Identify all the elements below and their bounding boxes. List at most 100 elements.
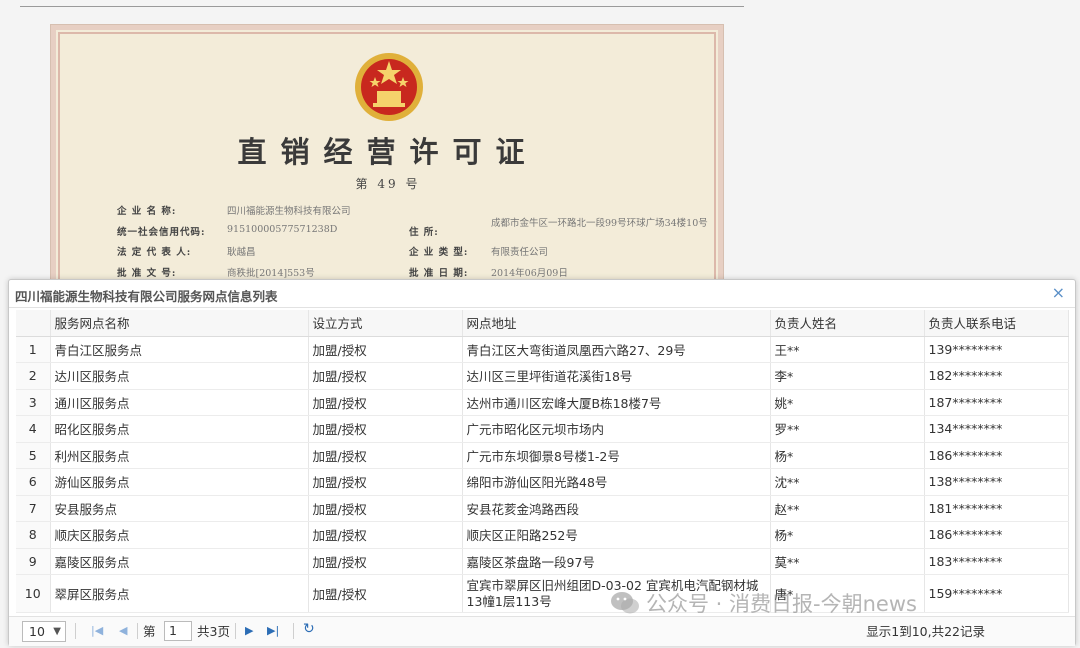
cert-label-approval-date: 批 准 日 期: (409, 268, 469, 279)
cert-label-approval-no: 批 准 文 号: (117, 268, 177, 279)
cert-label-legal-rep: 法 定 代 表 人: (117, 247, 192, 258)
prev-page-icon[interactable]: ◀ (119, 623, 127, 639)
table-row[interactable]: 4 昭化区服务点 加盟/授权 广元市昭化区元坝市场内 罗** 134******… (16, 415, 1069, 443)
license-certificate: 直销经营许可证 第 49 号 企 业 名 称: 四川福能源生物科技有限公司 统一… (50, 24, 724, 314)
pager-separator (235, 623, 236, 639)
cell-name: 通川区服务点 (50, 389, 309, 416)
pager-separator (293, 623, 294, 639)
cell-mode: 加盟/授权 (308, 574, 463, 613)
cell-address: 顺庆区正阳路252号 (462, 521, 771, 549)
cell-name: 青白江区服务点 (50, 336, 309, 363)
col-header-address[interactable]: 网点地址 (462, 310, 771, 337)
row-number: 7 (16, 495, 51, 522)
page-prefix: 第 (143, 624, 156, 639)
cell-phone: 182******** (924, 362, 1069, 390)
cell-mode: 加盟/授权 (308, 548, 463, 575)
cell-name: 嘉陵区服务点 (50, 548, 309, 575)
cell-phone: 186******** (924, 521, 1069, 549)
page-size-select[interactable]: 10 ▼ (22, 621, 66, 642)
col-header-person[interactable]: 负责人姓名 (770, 310, 925, 337)
col-header-name[interactable]: 服务网点名称 (50, 310, 309, 337)
cert-value-legal-rep: 耿越昌 (227, 247, 256, 258)
cell-name: 游仙区服务点 (50, 468, 309, 496)
dialog-header: 四川福能源生物科技有限公司服务网点信息列表 × (9, 280, 1075, 308)
cert-value-company-type: 有限责任公司 (491, 247, 549, 258)
table-row[interactable]: 8 顺庆区服务点 加盟/授权 顺庆区正阳路252号 杨* 186******** (16, 521, 1069, 549)
cert-value-approval-no: 商秩批[2014]553号 (227, 268, 315, 279)
row-number: 5 (16, 442, 51, 469)
cert-label-company: 企 业 名 称: (117, 206, 177, 217)
cert-label-address: 住 所: (409, 227, 439, 238)
cell-mode: 加盟/授权 (308, 442, 463, 469)
cert-value-credit-code: 91510000577571238D (227, 224, 338, 235)
table-row[interactable]: 7 安县服务点 加盟/授权 安县花荄金鸿路西段 赵** 181******** (16, 495, 1069, 522)
row-number: 2 (16, 362, 51, 390)
cell-address: 嘉陵区茶盘路一段97号 (462, 548, 771, 575)
table-row[interactable]: 1 青白江区服务点 加盟/授权 青白江区大弯街道凤凰西六路27、29号 王** … (16, 336, 1069, 363)
certificate-number: 第 49 号 (355, 177, 421, 191)
table-row[interactable]: 6 游仙区服务点 加盟/授权 绵阳市游仙区阳光路48号 沈** 138*****… (16, 468, 1069, 496)
watermark-text: 公众号 · 消费日报-今朝news (646, 592, 917, 616)
cell-phone: 134******** (924, 415, 1069, 443)
refresh-icon[interactable]: ↻ (303, 621, 315, 637)
cell-address: 安县花荄金鸿路西段 (462, 495, 771, 522)
cell-person: 杨* (770, 521, 925, 549)
next-page-icon[interactable]: ▶ (245, 623, 253, 639)
watermark: 公众号 · 消费日报-今朝news (610, 588, 917, 618)
cell-address: 绵阳市游仙区阳光路48号 (462, 468, 771, 496)
cell-person: 王** (770, 336, 925, 363)
cell-name: 昭化区服务点 (50, 415, 309, 443)
cell-person: 杨* (770, 442, 925, 469)
cell-person: 莫** (770, 548, 925, 575)
cell-mode: 加盟/授权 (308, 362, 463, 390)
row-number: 8 (16, 521, 51, 549)
pagination-bar: 10 ▼ |◀ ◀ 第 1 共3页 ▶ ▶| ↻ 显示1到10,共22记录 (9, 616, 1075, 646)
table-row[interactable]: 2 达川区服务点 加盟/授权 达川区三里坪街道花溪街18号 李* 182****… (16, 362, 1069, 390)
dialog-title: 四川福能源生物科技有限公司服务网点信息列表 (15, 289, 278, 304)
cell-phone: 139******** (924, 336, 1069, 363)
cell-phone: 186******** (924, 442, 1069, 469)
cell-name: 翠屏区服务点 (50, 574, 309, 613)
cell-person: 赵** (770, 495, 925, 522)
wechat-icon (611, 592, 639, 614)
row-number: 1 (16, 336, 51, 363)
last-page-icon[interactable]: ▶| (267, 623, 279, 639)
cell-address: 达川区三里坪街道花溪街18号 (462, 362, 771, 390)
row-number: 4 (16, 415, 51, 443)
cert-value-address: 成都市金牛区一环路北一段99号环球广场34楼10号 (491, 218, 708, 229)
close-icon[interactable]: × (1052, 284, 1065, 302)
cell-address: 广元市东坝御景8号楼1-2号 (462, 442, 771, 469)
cell-person: 罗** (770, 415, 925, 443)
cell-name: 达川区服务点 (50, 362, 309, 390)
cell-phone: 183******** (924, 548, 1069, 575)
page-number-input[interactable]: 1 (164, 621, 192, 641)
col-header-phone[interactable]: 负责人联系电话 (924, 310, 1069, 337)
cell-person: 李* (770, 362, 925, 390)
cert-value-approval-date: 2014年06月09日 (491, 268, 568, 279)
cell-name: 安县服务点 (50, 495, 309, 522)
cell-mode: 加盟/授权 (308, 521, 463, 549)
cell-mode: 加盟/授权 (308, 468, 463, 496)
row-number: 6 (16, 468, 51, 496)
cell-mode: 加盟/授权 (308, 495, 463, 522)
service-point-table: 服务网点名称 设立方式 网点地址 负责人姓名 负责人联系电话 1 青白江区服务点… (16, 310, 1069, 613)
page-size-value: 10 (29, 624, 45, 639)
first-page-icon[interactable]: |◀ (91, 623, 103, 639)
table-row[interactable]: 5 利州区服务点 加盟/授权 广元市东坝御景8号楼1-2号 杨* 186****… (16, 442, 1069, 469)
table-row[interactable]: 9 嘉陵区服务点 加盟/授权 嘉陵区茶盘路一段97号 莫** 183******… (16, 548, 1069, 575)
cell-mode: 加盟/授权 (308, 336, 463, 363)
table-row[interactable]: 3 通川区服务点 加盟/授权 达州市通川区宏峰大厦B栋18楼7号 姚* 187*… (16, 389, 1069, 416)
cell-phone: 187******** (924, 389, 1069, 416)
row-number: 9 (16, 548, 51, 575)
col-header-index (16, 310, 51, 337)
cell-name: 利州区服务点 (50, 442, 309, 469)
cell-person: 姚* (770, 389, 925, 416)
page-total: 共3页 (197, 624, 230, 639)
record-info: 显示1到10,共22记录 (866, 624, 985, 639)
cell-name: 顺庆区服务点 (50, 521, 309, 549)
cell-address: 广元市昭化区元坝市场内 (462, 415, 771, 443)
top-divider (20, 6, 744, 7)
cert-label-company-type: 企 业 类 型: (409, 247, 469, 258)
cell-address: 青白江区大弯街道凤凰西六路27、29号 (462, 336, 771, 363)
col-header-mode[interactable]: 设立方式 (308, 310, 463, 337)
